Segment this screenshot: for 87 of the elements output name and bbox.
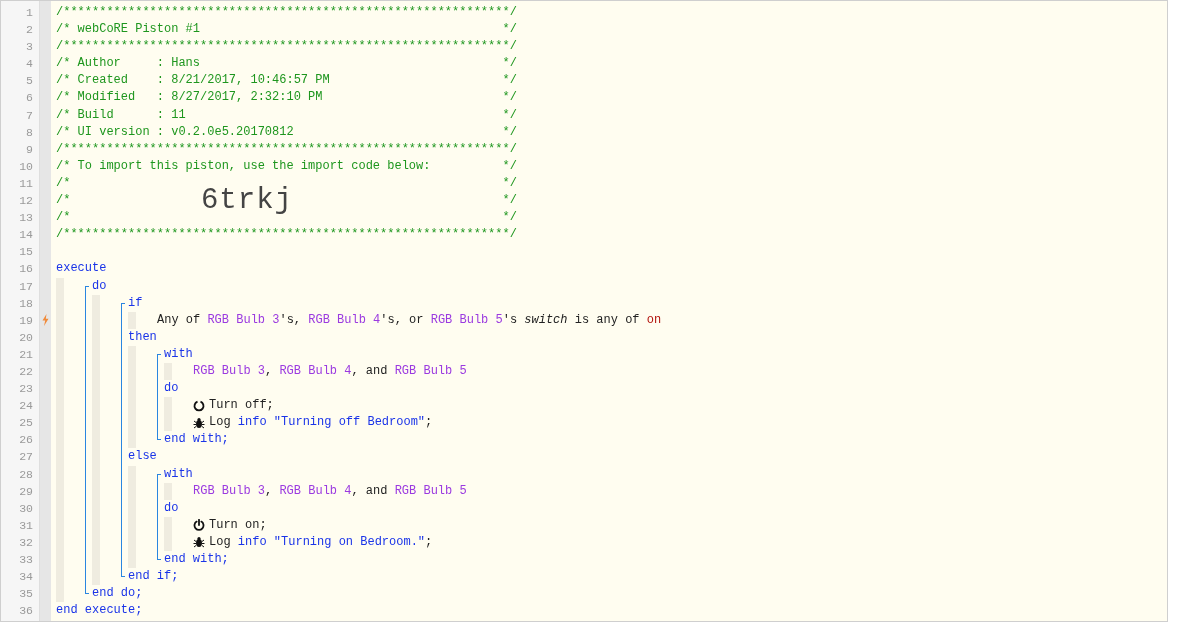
comment-text: */ (502, 123, 517, 141)
line-number: 18 (18, 295, 34, 312)
code-line: end execute; (56, 602, 143, 620)
code-line: do (92, 277, 107, 295)
line-number: 27 (18, 449, 34, 466)
ring-icon (193, 399, 205, 412)
line-number: 29 (18, 483, 34, 500)
line-number: 8 (25, 124, 34, 141)
line-number: 17 (18, 278, 34, 295)
comment-text: /* (56, 174, 71, 192)
code-line: if (128, 294, 143, 312)
comment-text: /* Author : Hans (56, 55, 201, 73)
code-line: end do; (92, 585, 143, 603)
bug-icon (193, 536, 205, 549)
line-number: 22 (18, 363, 34, 380)
line-number: 19 (18, 312, 34, 329)
line-number: 33 (18, 552, 34, 568)
line-number: 6 (25, 90, 34, 107)
code-line: else (128, 448, 157, 466)
comment-text: /* Build : 11 (56, 106, 186, 124)
comment-text: /**************************************************************/ (56, 38, 517, 56)
line-number: 16 (18, 261, 34, 278)
bug-icon (193, 416, 205, 429)
power-icon (193, 519, 205, 532)
comment-text: */ (502, 106, 517, 124)
line-number: 1 (25, 5, 34, 21)
code-line: end if; (128, 568, 179, 586)
comment-text: /**************************************************************/ (56, 226, 517, 244)
comment-text: */ (502, 55, 517, 73)
line-number: 35 (18, 586, 34, 603)
comment-text: /**************************************************************/ (56, 4, 517, 21)
comment-text: */ (502, 209, 517, 227)
code-line: with (164, 465, 193, 483)
code-line: end with; (164, 431, 229, 449)
line-number: 32 (18, 534, 34, 551)
line-number: 4 (25, 56, 34, 73)
comment-text: /**************************************************************/ (56, 140, 517, 158)
line-number: 30 (18, 500, 34, 517)
line-number: 34 (18, 569, 34, 586)
code-line: execute (56, 260, 107, 278)
comment-text: /* (56, 192, 71, 210)
code-line: Log info "Turning off Bedroom"; (209, 414, 433, 432)
line-number: 36 (18, 603, 34, 620)
line-number: 31 (18, 517, 34, 534)
code-line: do (164, 499, 179, 517)
line-number: 12 (18, 193, 34, 210)
comment-text: */ (502, 174, 517, 192)
comment-text: /* To import this piston, use the import code below: (56, 157, 431, 175)
code-line: RGB Bulb 3, RGB Bulb 4, and RGB Bulb 5 (193, 482, 467, 500)
line-number: 26 (18, 432, 34, 449)
line-number: 28 (18, 466, 34, 483)
line-number: 10 (18, 158, 34, 175)
line-number: 23 (18, 381, 34, 398)
code-line: then (128, 328, 157, 346)
line-number: 9 (25, 141, 34, 158)
line-number: 24 (18, 398, 34, 415)
line-number: 7 (25, 107, 34, 124)
comment-text: */ (502, 192, 517, 210)
comment-text: /* Modified : 8/27/2017, 2:32:10 PM (56, 89, 323, 107)
line-number: 11 (18, 175, 34, 192)
lightning-icon (42, 314, 49, 327)
code-line: Turn on; (209, 516, 267, 534)
code-line: Any of RGB Bulb 3's, RGB Bulb 4's, or RGB Bulb 5's switch is any of on (157, 311, 662, 329)
line-number: 3 (25, 39, 34, 56)
code-line: Log info "Turning on Bedroom."; (209, 533, 433, 551)
code-line: do (164, 380, 179, 398)
comment-text: */ (502, 157, 517, 175)
line-number: 15 (18, 244, 34, 261)
line-number: 21 (18, 346, 34, 363)
line-number: 2 (25, 22, 34, 39)
import-code: 6trkj (200, 183, 293, 218)
line-number: 5 (25, 73, 34, 90)
code-line: with (164, 345, 193, 363)
line-number: 25 (18, 415, 34, 432)
comment-text: /* webCoRE Piston #1 (56, 21, 201, 39)
comment-text: */ (502, 21, 517, 39)
comment-text: /* (56, 209, 71, 227)
comment-text: /* Created : 8/21/2017, 10:46:57 PM (56, 72, 330, 90)
code-line: end with; (164, 551, 229, 568)
line-number: 13 (18, 210, 34, 227)
line-number: 14 (18, 227, 34, 244)
comment-text: */ (502, 89, 517, 107)
comment-text: */ (502, 72, 517, 90)
line-number: 20 (18, 329, 34, 346)
code-line: RGB Bulb 3, RGB Bulb 4, and RGB Bulb 5 (193, 362, 467, 380)
comment-text: /* UI version : v0.2.0e5.20170812 (56, 123, 294, 141)
code-line: Turn off; (209, 397, 274, 415)
